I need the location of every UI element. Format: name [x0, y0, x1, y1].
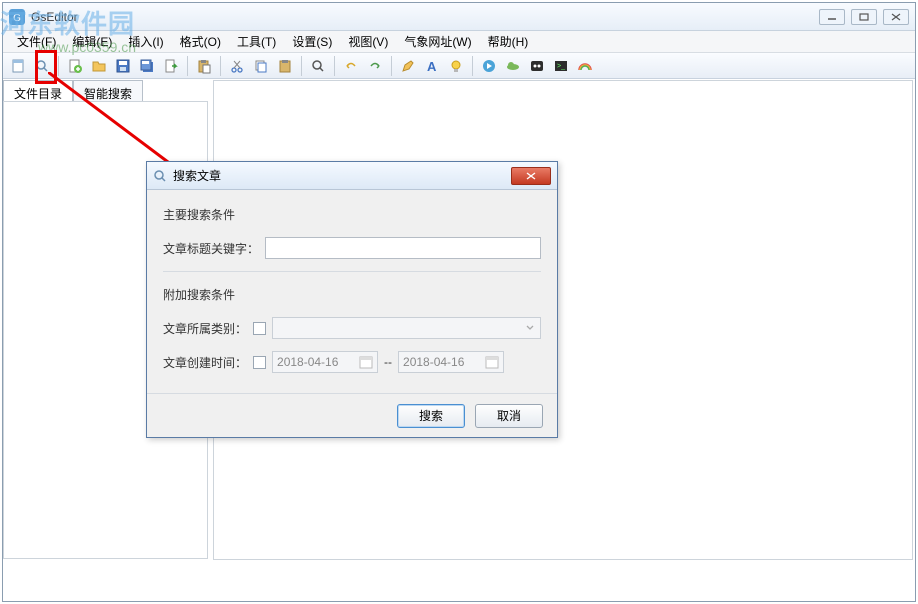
dialog-close-button[interactable] [511, 167, 551, 185]
dialog-body: 主要搜索条件 文章标题关键字： 附加搜索条件 文章所属类别： 文章创建时间： 2… [147, 190, 557, 393]
toolbar-clipboard-icon[interactable] [274, 55, 296, 77]
window-title: GsEditor [31, 10, 819, 24]
menu-insert[interactable]: 插入(I) [120, 31, 171, 52]
menubar: 文件(F) 编辑(E) 插入(I) 格式(O) 工具(T) 设置(S) 视图(V… [3, 31, 915, 53]
menu-settings[interactable]: 设置(S) [284, 31, 340, 52]
chevron-down-icon [526, 325, 534, 331]
date-from-input[interactable]: 2018-04-16 [272, 351, 378, 373]
menu-format[interactable]: 格式(O) [172, 31, 229, 52]
date-to-value: 2018-04-16 [403, 355, 464, 369]
toolbar-separator [472, 56, 473, 76]
toolbar-separator [220, 56, 221, 76]
calendar-icon [485, 355, 499, 369]
search-dialog: 搜索文章 主要搜索条件 文章标题关键字： 附加搜索条件 文章所属类别： 文章创建… [146, 161, 558, 438]
titlebar: G GsEditor [3, 3, 915, 31]
section-extra-title: 附加搜索条件 [163, 286, 541, 303]
toolbar-export-icon[interactable] [160, 55, 182, 77]
svg-text:A: A [427, 59, 437, 74]
toolbar-new-icon[interactable] [7, 55, 29, 77]
menu-file[interactable]: 文件(F) [9, 31, 64, 52]
section-main-title: 主要搜索条件 [163, 206, 541, 223]
annotation-box [35, 50, 57, 84]
toolbar-separator [301, 56, 302, 76]
toolbar-pencil-icon[interactable] [397, 55, 419, 77]
toolbar-folder-icon[interactable] [88, 55, 110, 77]
toolbar-paste-icon[interactable] [193, 55, 215, 77]
toolbar-terminal-icon[interactable]: >_ [550, 55, 572, 77]
toolbar-separator [187, 56, 188, 76]
date-checkbox[interactable] [253, 356, 266, 369]
toolbar-cloud-icon[interactable] [502, 55, 524, 77]
toolbar-separator [391, 56, 392, 76]
toolbar-rainbow-icon[interactable] [574, 55, 596, 77]
keyword-input[interactable] [265, 237, 541, 259]
toolbar-save-icon[interactable] [112, 55, 134, 77]
cancel-button[interactable]: 取消 [475, 404, 543, 428]
svg-text:G: G [13, 13, 21, 24]
toolbar-saveall-icon[interactable] [136, 55, 158, 77]
calendar-icon [359, 355, 373, 369]
toolbar-undo-icon[interactable] [340, 55, 362, 77]
toolbar-face-icon[interactable] [526, 55, 548, 77]
date-separator: -- [384, 355, 392, 369]
date-to-input[interactable]: 2018-04-16 [398, 351, 504, 373]
dialog-titlebar: 搜索文章 [147, 162, 557, 190]
toolbar-separator [334, 56, 335, 76]
toolbar-redo-icon[interactable] [364, 55, 386, 77]
toolbar-find-icon[interactable] [307, 55, 329, 77]
menu-view[interactable]: 视图(V) [340, 31, 396, 52]
dialog-title: 搜索文章 [173, 167, 511, 184]
category-checkbox[interactable] [253, 322, 266, 335]
label-category: 文章所属类别： [163, 320, 247, 337]
toolbar-separator [58, 56, 59, 76]
toolbar-doc-add-icon[interactable] [64, 55, 86, 77]
label-keyword: 文章标题关键字： [163, 240, 259, 257]
toolbar-font-icon[interactable]: A [421, 55, 443, 77]
toolbar-bulb-icon[interactable] [445, 55, 467, 77]
menu-tools[interactable]: 工具(T) [229, 31, 284, 52]
close-button[interactable] [883, 9, 909, 25]
search-button[interactable]: 搜索 [397, 404, 465, 428]
menu-edit[interactable]: 编辑(E) [64, 31, 120, 52]
search-icon [153, 169, 167, 183]
svg-text:>_: >_ [557, 63, 565, 70]
menu-help[interactable]: 帮助(H) [480, 31, 537, 52]
label-created: 文章创建时间： [163, 354, 247, 371]
menu-weather[interactable]: 气象网址(W) [396, 31, 479, 52]
app-icon: G [9, 9, 25, 25]
divider [163, 271, 541, 272]
toolbar: A >_ [3, 53, 915, 79]
date-from-value: 2018-04-16 [277, 355, 338, 369]
maximize-button[interactable] [851, 9, 877, 25]
toolbar-play-icon[interactable] [478, 55, 500, 77]
minimize-button[interactable] [819, 9, 845, 25]
category-combo[interactable] [272, 317, 541, 339]
toolbar-copy-icon[interactable] [250, 55, 272, 77]
dialog-footer: 搜索 取消 [147, 393, 557, 437]
toolbar-cut-icon[interactable] [226, 55, 248, 77]
